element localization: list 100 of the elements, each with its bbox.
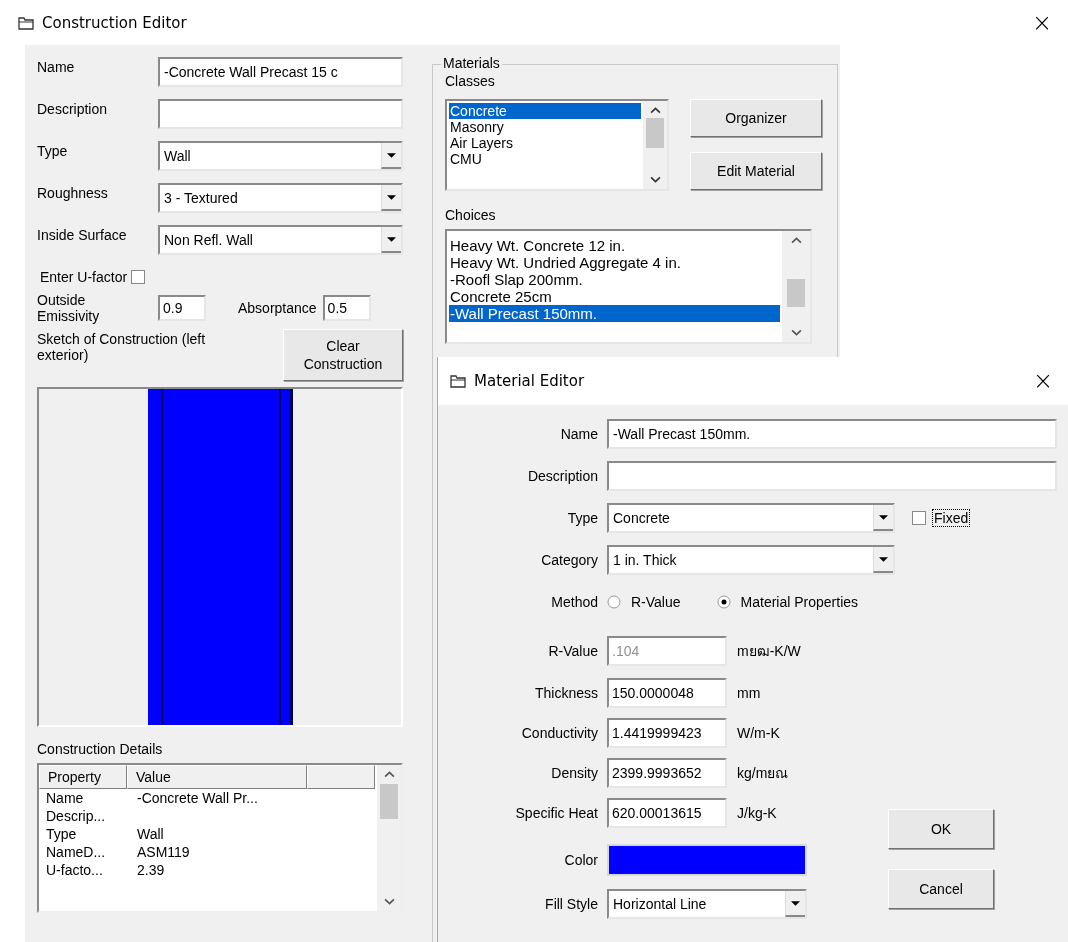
dialog-button[interactable]: Cancel xyxy=(888,869,994,909)
dropdown[interactable]: Non Refl. Wall xyxy=(158,225,403,255)
number-field[interactable]: 150.0000048 xyxy=(607,678,727,708)
window-title: Construction Editor xyxy=(42,13,187,32)
dropdown[interactable]: Concrete xyxy=(607,503,895,533)
dropdown-arrow-icon xyxy=(387,236,396,242)
table-cell-text: Wall xyxy=(136,826,164,843)
section-label: Construction Details xyxy=(37,741,164,759)
field-label: Roughness xyxy=(37,184,109,201)
field-label: Description xyxy=(526,468,598,484)
list-item[interactable]: Concrete xyxy=(449,103,641,119)
dialog-button[interactable]: Edit Material xyxy=(690,152,822,190)
dialog-button[interactable]: OK xyxy=(888,809,994,849)
text-field[interactable]: -Concrete Wall Precast 15 c xyxy=(158,57,403,87)
field-label: Absorptance xyxy=(238,300,317,316)
list-label: Classes xyxy=(445,73,496,91)
dropdown[interactable]: 1 in. Thick xyxy=(607,545,895,575)
window-icon xyxy=(18,15,34,30)
field-label: Color xyxy=(563,852,598,868)
text-field[interactable]: -Wall Precast 150mm. xyxy=(607,419,1057,449)
scrollbar-thumb[interactable] xyxy=(646,118,664,148)
unit-label: mm xyxy=(737,685,761,701)
scroll-down-icon xyxy=(649,176,661,183)
dropdown[interactable]: Wall xyxy=(158,141,403,171)
field-label: Method xyxy=(550,594,598,610)
window-title: Material Editor xyxy=(474,372,585,390)
unit-label: W/m-K xyxy=(737,725,780,741)
checkbox[interactable] xyxy=(131,270,146,284)
field-label: Fill Style xyxy=(544,896,598,912)
number-field[interactable]: 620.00013615 xyxy=(607,798,727,828)
unit-label: kg/mยณ xyxy=(737,764,789,783)
dropdown-arrow-icon xyxy=(879,556,888,562)
field-label: Type xyxy=(566,510,598,526)
column-header[interactable]: Property xyxy=(39,765,127,789)
dropdown[interactable]: 3 - Textured xyxy=(158,183,403,213)
scrollbar-thumb[interactable] xyxy=(787,279,805,308)
field-label: Description xyxy=(37,100,109,117)
checkbox[interactable] xyxy=(912,511,926,525)
field-label: Thickness xyxy=(533,685,598,701)
scroll-up-icon xyxy=(649,107,661,114)
table-cell-text: Name xyxy=(46,790,85,807)
table-cell-text: Type xyxy=(46,826,78,843)
checkbox-label: Fixed xyxy=(932,509,971,527)
text-field[interactable] xyxy=(607,461,1057,491)
field-label: Conductivity xyxy=(520,725,598,741)
scrollbar[interactable] xyxy=(643,101,667,189)
dropdown-arrow-icon xyxy=(791,900,800,906)
checkbox-label: Enter U-factor xyxy=(40,269,128,285)
color-swatch[interactable] xyxy=(607,844,807,876)
close-button[interactable]: × xyxy=(1026,367,1059,395)
clear-construction-button[interactable]: Clear Construction xyxy=(283,329,403,381)
text-field[interactable]: 0.9 xyxy=(158,295,206,321)
dropdown[interactable]: Horizontal Line xyxy=(607,889,807,919)
column-header[interactable] xyxy=(307,765,375,789)
window-icon xyxy=(450,374,466,388)
radio-button[interactable] xyxy=(607,595,621,609)
table-cell-text: ASM119 xyxy=(136,844,190,861)
dialog-button[interactable]: Organizer xyxy=(690,99,822,137)
scroll-up-icon xyxy=(383,771,395,778)
field-label: Name xyxy=(559,426,598,442)
field-label: Name xyxy=(37,58,76,75)
list-item[interactable]: CMU xyxy=(449,151,641,167)
field-label: Type xyxy=(37,142,69,159)
close-button[interactable]: × xyxy=(1025,8,1058,37)
number-field[interactable]: 2399.9993652 xyxy=(607,758,727,788)
list-item[interactable]: Concrete 25cm xyxy=(449,288,780,305)
field-label: Specific Heat xyxy=(514,805,598,821)
list-item[interactable]: Air Layers xyxy=(449,135,641,151)
list-label: Choices xyxy=(445,207,497,225)
table-cell-text: -Concrete Wall Pr... xyxy=(136,790,258,807)
list-item[interactable]: Masonry xyxy=(449,119,641,135)
radio-label: Material Properties xyxy=(740,594,859,610)
list-item[interactable]: -Wall Precast 150mm. xyxy=(449,305,780,322)
field-label: R-Value xyxy=(547,643,598,659)
sketch-label: Sketch of Construction (left exterior) xyxy=(37,330,207,363)
scrollbar[interactable] xyxy=(782,231,810,342)
text-field[interactable]: 0.5 xyxy=(322,295,371,321)
list-item[interactable]: Heavy Wt. Undried Aggregate 4 in. xyxy=(449,254,780,271)
scroll-up-icon xyxy=(790,237,802,244)
list-item[interactable]: Heavy Wt. Concrete 12 in. xyxy=(449,237,780,254)
field-label: Outside Emissivity xyxy=(37,292,101,324)
table-cell-text: 2.39 xyxy=(136,862,165,879)
scrollbar-thumb[interactable] xyxy=(380,784,398,819)
text-field[interactable] xyxy=(158,99,403,129)
table-cell-text: U-facto... xyxy=(46,862,104,879)
unit-label: mยฒ-K/W xyxy=(737,642,801,661)
scroll-down-icon xyxy=(383,898,395,905)
table-cell-text: NameD... xyxy=(46,844,107,861)
number-field[interactable]: 1.4419999423 xyxy=(607,718,727,748)
table-cell-text: Descrip... xyxy=(46,808,107,825)
field-label: Density xyxy=(550,765,598,781)
field-label: Category xyxy=(540,552,598,568)
radio-button[interactable] xyxy=(716,595,731,609)
dropdown-arrow-icon xyxy=(387,194,396,200)
list-item[interactable]: -Roofl Slap 200mm. xyxy=(449,271,780,288)
group-title: Materials xyxy=(441,55,502,71)
field-label: Inside Surface xyxy=(37,226,128,243)
unit-label: J/kg-K xyxy=(737,805,777,821)
column-header[interactable]: Value xyxy=(127,765,307,789)
dropdown-arrow-icon xyxy=(387,152,396,158)
